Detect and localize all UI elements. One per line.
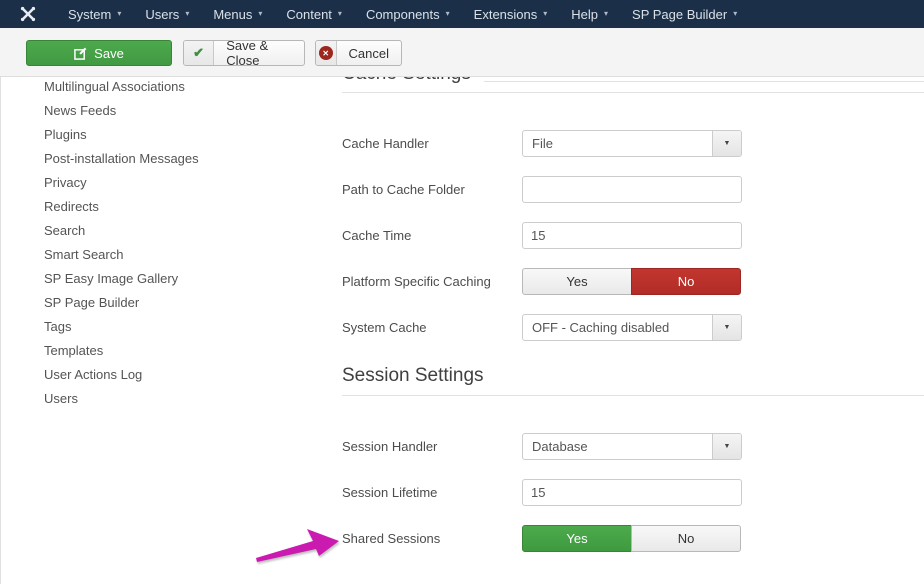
menu-components[interactable]: Components ▾ [354, 0, 462, 28]
sidebar-item-search[interactable]: Search [0, 219, 342, 243]
settings-sidebar: Multilingual Associations News Feeds Plu… [0, 75, 342, 411]
cancel-label: Cancel [337, 41, 401, 65]
chevron-down-icon: ▾ [117, 10, 121, 18]
joomla-admin-page: System ▾ Users ▾ Menus ▾ Content ▾ Compo… [0, 0, 924, 584]
cache-handler-value: File [523, 131, 741, 156]
menu-content[interactable]: Content ▾ [274, 0, 354, 28]
platform-specific-caching-label: Platform Specific Caching [342, 268, 514, 295]
sidebar-item-redirects[interactable]: Redirects [0, 195, 342, 219]
chevron-down-icon: ▾ [446, 10, 450, 18]
field-row-platform-specific-caching: Platform Specific Caching Yes No [342, 268, 924, 295]
settings-form: Cache Settings Cache Handler File ▼ Path… [342, 0, 924, 584]
cache-handler-label: Cache Handler [342, 130, 514, 157]
save-and-close-label: Save & Close [214, 41, 304, 65]
sidebar-item-post-installation-messages[interactable]: Post-installation Messages [0, 147, 342, 171]
menu-help[interactable]: Help ▾ [559, 0, 620, 28]
session-handler-value: Database [523, 434, 741, 459]
save-button-label: Save [94, 46, 124, 61]
session-lifetime-label: Session Lifetime [342, 479, 514, 506]
check-icon: ✔ [184, 41, 214, 65]
system-cache-select[interactable]: OFF - Caching disabled ▼ [522, 314, 742, 341]
menu-users-label: Users [145, 7, 179, 22]
platform-caching-no-button[interactable]: No [631, 268, 741, 295]
menu-sp-page-builder-label: SP Page Builder [632, 7, 727, 22]
shared-sessions-toggle: Yes No [522, 525, 742, 552]
path-to-cache-folder-input[interactable] [522, 176, 742, 203]
field-row-cache-handler: Cache Handler File ▼ [342, 130, 924, 157]
action-toolbar: Save ✔ Save & Close ✕ Cancel [0, 28, 924, 77]
menu-sp-page-builder[interactable]: SP Page Builder ▾ [620, 0, 749, 28]
sidebar-item-news-feeds[interactable]: News Feeds [0, 99, 342, 123]
save-button[interactable]: Save [26, 40, 172, 66]
sidebar-item-plugins[interactable]: Plugins [0, 123, 342, 147]
cache-time-label: Cache Time [342, 222, 514, 249]
sidebar-item-privacy[interactable]: Privacy [0, 171, 342, 195]
menu-content-label: Content [286, 7, 332, 22]
field-row-system-cache: System Cache OFF - Caching disabled ▼ [342, 314, 924, 341]
cache-time-input[interactable] [522, 222, 742, 249]
menu-menus-label: Menus [213, 7, 252, 22]
chevron-down-icon: ▼ [712, 131, 741, 156]
session-lifetime-input[interactable] [522, 479, 742, 506]
field-row-shared-sessions: Shared Sessions Yes No [342, 525, 924, 552]
field-row-cache-time: Cache Time [342, 222, 924, 249]
save-and-close-button[interactable]: ✔ Save & Close [183, 40, 305, 66]
menu-users[interactable]: Users ▾ [133, 0, 201, 28]
chevron-down-icon: ▼ [712, 434, 741, 459]
left-edge-divider [0, 77, 1, 584]
sidebar-item-users[interactable]: Users [0, 387, 342, 411]
chevron-down-icon: ▾ [258, 10, 262, 18]
edit-icon [74, 47, 87, 60]
sidebar-item-sp-page-builder[interactable]: SP Page Builder [0, 291, 342, 315]
shared-sessions-no-button[interactable]: No [631, 525, 741, 552]
shared-sessions-yes-button[interactable]: Yes [522, 525, 632, 552]
sidebar-item-multilingual-associations[interactable]: Multilingual Associations [0, 75, 342, 99]
joomla-logo-glyph [20, 6, 36, 22]
system-cache-label: System Cache [342, 314, 514, 341]
menu-menus[interactable]: Menus ▾ [201, 0, 274, 28]
menu-extensions-label: Extensions [474, 7, 538, 22]
platform-caching-yes-button[interactable]: Yes [522, 268, 632, 295]
system-cache-value: OFF - Caching disabled [523, 315, 741, 340]
chevron-down-icon: ▼ [712, 315, 741, 340]
joomla-logo-icon[interactable] [0, 6, 56, 22]
session-handler-select[interactable]: Database ▼ [522, 433, 742, 460]
cache-settings-rule [342, 92, 924, 93]
chevron-down-icon: ▾ [185, 10, 189, 18]
session-settings-title: Session Settings [342, 363, 484, 389]
admin-navbar: System ▾ Users ▾ Menus ▾ Content ▾ Compo… [0, 0, 924, 28]
menu-system[interactable]: System ▾ [56, 0, 133, 28]
menu-extensions[interactable]: Extensions ▾ [462, 0, 560, 28]
chevron-down-icon: ▾ [543, 10, 547, 18]
tabs-bottom-rule [484, 81, 924, 82]
sidebar-item-user-actions-log[interactable]: User Actions Log [0, 363, 342, 387]
chevron-down-icon: ▾ [604, 10, 608, 18]
cancel-button[interactable]: ✕ Cancel [315, 40, 402, 66]
session-settings-rule [342, 395, 924, 396]
cache-handler-select[interactable]: File ▼ [522, 130, 742, 157]
menu-components-label: Components [366, 7, 440, 22]
field-row-session-lifetime: Session Lifetime [342, 479, 924, 506]
path-to-cache-folder-label: Path to Cache Folder [342, 176, 514, 203]
platform-specific-caching-toggle: Yes No [522, 268, 742, 295]
field-row-session-handler: Session Handler Database ▼ [342, 433, 924, 460]
chevron-down-icon: ▾ [338, 10, 342, 18]
sidebar-item-tags[interactable]: Tags [0, 315, 342, 339]
menu-system-label: System [68, 7, 111, 22]
shared-sessions-label: Shared Sessions [342, 525, 514, 552]
chevron-down-icon: ▾ [733, 10, 737, 18]
session-handler-label: Session Handler [342, 433, 514, 460]
field-row-path-to-cache-folder: Path to Cache Folder [342, 176, 924, 203]
menu-help-label: Help [571, 7, 598, 22]
sidebar-item-sp-easy-image-gallery[interactable]: SP Easy Image Gallery [0, 267, 342, 291]
sidebar-item-smart-search[interactable]: Smart Search [0, 243, 342, 267]
sidebar-item-templates[interactable]: Templates [0, 339, 342, 363]
cancel-circle-icon: ✕ [316, 41, 337, 65]
